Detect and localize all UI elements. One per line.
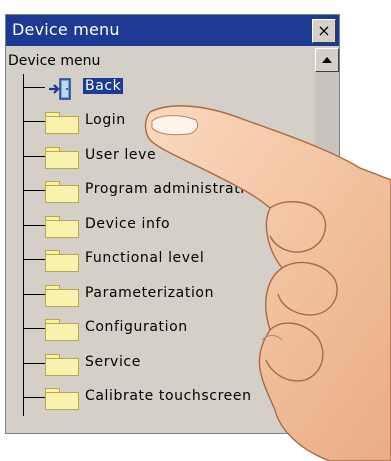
folder-icon bbox=[45, 216, 79, 238]
tree-item-label: Service bbox=[85, 354, 141, 370]
close-button[interactable]: × bbox=[312, 19, 336, 43]
tree-item-label: User leve bbox=[85, 147, 157, 163]
tree-item-label: Configuration bbox=[85, 319, 188, 335]
tree-item-label: Parameterization bbox=[85, 285, 215, 301]
tree-item-label: Program administrati bbox=[85, 181, 245, 197]
close-icon: × bbox=[317, 21, 331, 40]
exit-door-icon bbox=[49, 78, 71, 100]
tree-item-label: Back bbox=[83, 78, 124, 94]
folder-icon bbox=[45, 250, 79, 272]
vertical-scrollbar[interactable] bbox=[315, 48, 339, 430]
folder-icon bbox=[45, 147, 79, 169]
tree-item-label: Functional level bbox=[85, 250, 205, 266]
folder-icon bbox=[45, 388, 79, 410]
menu-tree: Device menu Back Login User leve Program… bbox=[7, 48, 313, 430]
tree-item-label: Device info bbox=[85, 216, 171, 232]
scroll-up-arrow-icon bbox=[322, 57, 332, 63]
folder-icon bbox=[45, 181, 79, 203]
scroll-up-button[interactable] bbox=[315, 48, 339, 72]
tree-item-label: Login bbox=[85, 112, 126, 128]
title-bar: Device menu × bbox=[6, 15, 339, 46]
window-title: Device menu bbox=[12, 20, 120, 39]
folder-icon bbox=[45, 112, 79, 134]
folder-icon bbox=[45, 285, 79, 307]
folder-icon bbox=[45, 354, 79, 376]
tree-item-label: Calibrate touchscreen bbox=[85, 388, 252, 404]
folder-icon bbox=[45, 319, 79, 341]
tree-connector-line bbox=[23, 74, 24, 416]
device-menu-window: Device menu × Device menu Back Login Use… bbox=[5, 14, 340, 434]
tree-root-label: Device menu bbox=[8, 53, 101, 69]
